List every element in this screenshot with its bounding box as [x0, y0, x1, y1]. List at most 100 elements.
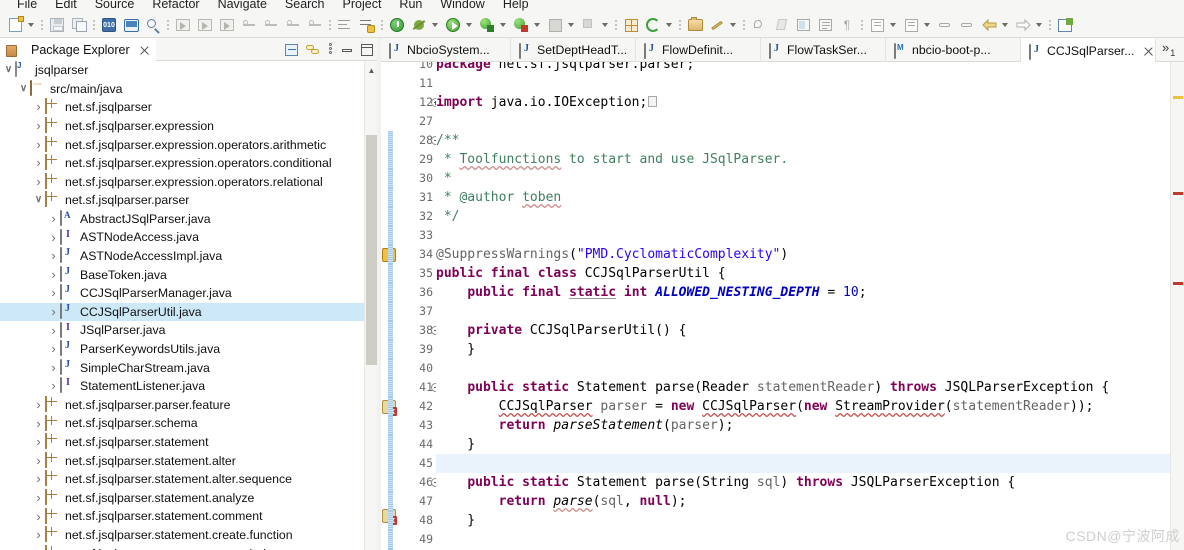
overview-marker[interactable] — [1173, 282, 1183, 285]
git-dropdown-icon[interactable] — [664, 14, 676, 36]
skip-breakpoints-icon[interactable] — [408, 14, 430, 36]
chevron-right-icon[interactable] — [47, 379, 60, 393]
tree-item[interactable]: net.sf.jsqlparser.statement.create.index — [0, 544, 377, 550]
coverage-icon[interactable] — [510, 14, 532, 36]
show-whitespace-icon[interactable]: ¶ — [836, 14, 858, 36]
forward-arrow-dropdown-icon[interactable] — [1034, 14, 1046, 36]
git-repository-icon[interactable] — [642, 14, 664, 36]
chevron-right-icon[interactable] — [47, 212, 60, 226]
code-line[interactable]: public final static int ALLOWED_NESTING_… — [436, 283, 1184, 302]
tree-item[interactable]: net.sf.jsqlparser.expression — [0, 117, 377, 136]
code-line[interactable] — [436, 454, 1184, 473]
new-java-package-icon[interactable] — [620, 14, 642, 36]
code-line[interactable]: public static Statement parse(String sql… — [436, 473, 1184, 492]
tree-item[interactable]: net.sf.jsqlparser — [0, 98, 377, 117]
pin-editor-icon[interactable] — [748, 14, 770, 36]
menu-item-file[interactable]: File — [8, 0, 46, 13]
code-line[interactable] — [436, 359, 1184, 378]
run-icon[interactable] — [442, 14, 464, 36]
chevron-right-icon[interactable] — [47, 342, 60, 356]
tree-item[interactable]: net.sf.jsqlparser.statement.alter — [0, 451, 377, 470]
step-into-icon[interactable] — [172, 14, 194, 36]
code-line[interactable]: * — [436, 169, 1184, 188]
tree-item[interactable]: net.sf.jsqlparser.expression.operators.r… — [0, 172, 377, 192]
chevron-right-icon[interactable] — [47, 361, 60, 375]
open-resource-icon[interactable] — [684, 14, 706, 36]
tree-vertical-scrollbar[interactable]: ▲ — [364, 61, 377, 550]
tree-item[interactable]: ASTNodeAccess.java — [0, 228, 377, 247]
code-line[interactable]: private CCJSqlParserUtil() { — [436, 321, 1184, 340]
tree-item[interactable]: SimpleCharStream.java — [0, 358, 377, 378]
code-line[interactable] — [436, 302, 1184, 321]
chevron-right-icon[interactable] — [47, 268, 60, 282]
save-all-icon[interactable] — [68, 14, 90, 36]
run-dropdown-icon[interactable] — [464, 14, 476, 36]
tree-item[interactable]: ParserKeywordsUtils.java — [0, 340, 377, 359]
open-perspective-icon[interactable] — [1054, 14, 1076, 36]
java-source-editor[interactable]: 1011122728293031323334353637383940414243… — [381, 62, 1184, 550]
code-line[interactable]: import java.io.IOException; — [436, 93, 1184, 112]
new-wizard-dropdown-icon[interactable] — [26, 14, 38, 36]
code-line[interactable] — [436, 530, 1184, 549]
chevron-down-icon[interactable] — [2, 65, 15, 75]
close-icon[interactable] — [1143, 46, 1147, 57]
editor-tab[interactable]: SetDeptHeadT... — [511, 38, 636, 62]
overview-marker[interactable] — [1173, 192, 1183, 195]
chevron-right-icon[interactable] — [32, 417, 45, 431]
quick-access-dropdown-icon[interactable] — [728, 14, 740, 36]
chevron-right-icon[interactable] — [32, 454, 45, 468]
tree-item[interactable]: net.sf.jsqlparser.statement — [0, 433, 377, 452]
last-edit-icon[interactable] — [282, 14, 304, 36]
view-menu-icon[interactable] — [328, 43, 333, 56]
chevron-down-icon[interactable] — [32, 195, 45, 205]
code-line[interactable]: */ — [436, 207, 1184, 226]
editor-tab[interactable]: FlowTaskSer... — [761, 38, 886, 62]
menu-item-source[interactable]: Source — [86, 0, 144, 13]
scroll-up-icon[interactable]: ▲ — [365, 63, 377, 77]
debug-icon[interactable] — [476, 14, 498, 36]
next-annotation-icon[interactable] — [238, 14, 260, 36]
tree-item[interactable]: BaseToken.java — [0, 265, 377, 285]
profile-dropdown-icon[interactable] — [600, 14, 612, 36]
toggle-word-wrap-icon[interactable] — [814, 14, 836, 36]
editor-tab-overflow[interactable]: » 1 — [1156, 38, 1181, 61]
coverage-dropdown-icon[interactable] — [532, 14, 544, 36]
menu-item-window[interactable]: Window — [431, 0, 493, 13]
step-return-icon[interactable] — [216, 14, 238, 36]
tree-item[interactable]: src/main/java — [0, 79, 377, 99]
scrollbar-thumb[interactable] — [366, 135, 377, 365]
back-arrow-dropdown-icon[interactable] — [1000, 14, 1012, 36]
tree-item[interactable]: net.sf.jsqlparser.statement.analyze — [0, 488, 377, 508]
tree-item[interactable]: net.sf.jsqlparser.expression.operators.a… — [0, 135, 377, 154]
next-edit-dropdown-icon[interactable] — [922, 14, 934, 36]
menu-item-project[interactable]: Project — [334, 0, 391, 13]
editor-tab[interactable]: FlowDefinit... — [636, 38, 761, 62]
chevron-right-icon[interactable] — [47, 324, 60, 338]
chevron-right-icon[interactable] — [32, 491, 45, 505]
chevron-right-icon[interactable] — [32, 435, 45, 449]
quick-access-icon[interactable] — [706, 14, 728, 36]
editor-text-area[interactable]: package net.sf.jsqlparser.parser; import … — [436, 62, 1184, 550]
chevron-right-icon[interactable] — [32, 100, 45, 114]
debug-dropdown-icon[interactable] — [498, 14, 510, 36]
skip-breakpoints-dropdown-icon[interactable] — [430, 14, 442, 36]
terminate-icon[interactable] — [386, 14, 408, 36]
chevron-right-icon[interactable] — [47, 231, 60, 245]
code-line[interactable] — [436, 74, 1184, 93]
code-line[interactable]: package net.sf.jsqlparser.parser; — [436, 62, 1184, 74]
prev-annotation-icon[interactable] — [260, 14, 282, 36]
tree-item[interactable]: CCJSqlParserUtil.java — [0, 302, 377, 322]
tree-item[interactable]: net.sf.jsqlparser.expression.operators.c… — [0, 154, 377, 173]
menu-item-help[interactable]: Help — [494, 0, 538, 13]
chevron-right-icon[interactable] — [32, 138, 45, 152]
tree-item[interactable]: net.sf.jsqlparser.statement.comment — [0, 507, 377, 526]
back-arrow-icon[interactable] — [978, 14, 1000, 36]
tree-item[interactable]: net.sf.jsqlparser.schema — [0, 414, 377, 433]
back-icon[interactable] — [304, 14, 326, 36]
code-line[interactable]: CCJSqlParser parser = new CCJSqlParser(n… — [436, 397, 1184, 416]
toggle-mark-occurrences-icon[interactable] — [770, 14, 792, 36]
close-icon[interactable] — [139, 45, 150, 56]
forward-arrow-icon[interactable] — [1012, 14, 1034, 36]
save-icon[interactable] — [46, 14, 68, 36]
package-explorer-tree[interactable]: jsqlparser src/main/java net.sf.jsqlparser… — [0, 61, 377, 550]
